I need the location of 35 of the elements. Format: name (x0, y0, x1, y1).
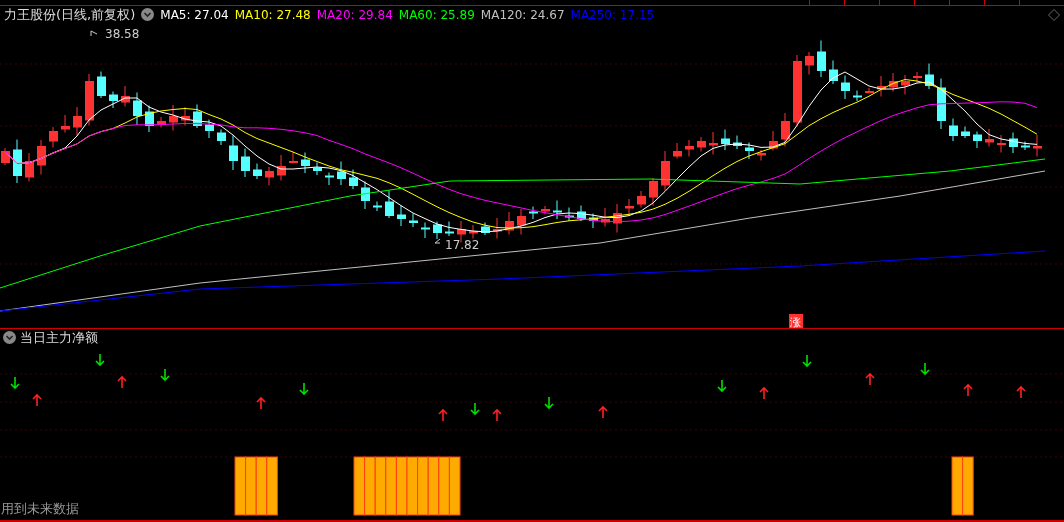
down-arrow-icon (920, 362, 930, 376)
up-arrow-icon (32, 393, 42, 407)
up-arrow-icon (492, 408, 502, 422)
up-arrow-icon (598, 405, 608, 419)
down-arrow-icon (544, 396, 554, 410)
low-price-label: 17.82 (434, 238, 480, 252)
down-arrow-icon (160, 368, 170, 382)
stock-title: 力王股份(日线,前复权) (4, 5, 136, 24)
down-arrow-icon (717, 379, 727, 393)
indicator-title: 当日主力净额 (20, 328, 98, 347)
down-arrow-icon (802, 354, 812, 368)
up-arrow-icon (117, 375, 127, 389)
warning-note: 用到未来数据 (1, 500, 79, 518)
volume-bar-group (951, 456, 974, 516)
down-arrow-icon (470, 402, 480, 416)
ma-legend-value: MA10: 27.48 (234, 7, 311, 22)
up-arrow-icon (759, 386, 769, 400)
down-arrow-icon (95, 353, 105, 367)
up-arrow-icon (256, 396, 266, 410)
down-arrow-icon (10, 376, 20, 390)
ma-legend-value: MA5: 27.04 (160, 7, 229, 22)
down-arrow-icon (299, 382, 309, 396)
ma-legend-value: MA60: 25.89 (398, 7, 475, 22)
up-arrow-icon (438, 408, 448, 422)
chevron-down-icon[interactable] (3, 331, 16, 344)
volume-bar-group (234, 456, 278, 516)
high-price-label: 38.58 (90, 27, 140, 41)
ma-legend-value: MA250: 17.15 (570, 7, 655, 22)
up-arrow-icon (865, 372, 875, 386)
chevron-down-icon[interactable] (141, 8, 155, 21)
up-arrow-icon (963, 383, 973, 397)
ma-legend-value: MA20: 29.84 (316, 7, 393, 22)
ma-legend-value: MA120: 24.67 (480, 7, 565, 22)
up-arrow-icon (1016, 385, 1026, 399)
rise-marker-badge: 涨 (789, 314, 803, 328)
